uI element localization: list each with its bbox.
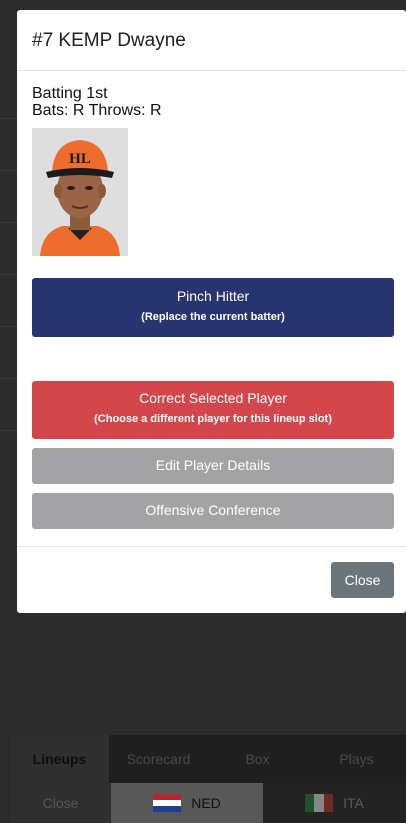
bottom-close-button[interactable]: Close (10, 783, 111, 823)
team-ned-label: NED (191, 795, 221, 811)
team-ita-button[interactable]: ITA (263, 783, 406, 823)
player-headshot-image: HL (32, 128, 128, 256)
modal-body: Batting 1st Bats: R Throws: R HL Pinch H… (17, 71, 406, 529)
correct-player-label: Correct Selected Player (139, 390, 287, 406)
team-ned-button[interactable]: NED (111, 783, 263, 823)
tab-lineups[interactable]: Lineups (10, 735, 109, 783)
netherlands-flag-icon (153, 794, 182, 812)
player-modal: #7 KEMP Dwayne Batting 1st Bats: R Throw… (17, 10, 406, 613)
offensive-conference-button[interactable]: Offensive Conference (32, 493, 394, 529)
modal-close-button[interactable]: Close (331, 562, 394, 598)
tab-scorecard[interactable]: Scorecard (109, 735, 208, 783)
bottom-bar: Close NED ITA (10, 783, 406, 823)
team-ita-label: ITA (343, 795, 364, 811)
bats-throws: Bats: R Throws: R (32, 102, 162, 119)
tab-bar: Lineups Scorecard Box Plays (10, 735, 406, 783)
modal-title: #7 KEMP Dwayne (32, 30, 186, 51)
player-photo: HL (32, 128, 128, 256)
correct-player-subtitle: (Choose a different player for this line… (94, 413, 332, 425)
correct-selected-player-button[interactable]: Correct Selected Player (Choose a differ… (32, 381, 394, 439)
batting-order: Batting 1st (32, 85, 108, 102)
pinch-hitter-button[interactable]: Pinch Hitter (Replace the current batter… (32, 278, 394, 337)
modal-header: #7 KEMP Dwayne (17, 10, 406, 71)
pinch-hitter-label: Pinch Hitter (176, 288, 250, 304)
modal-footer: Close (17, 546, 406, 613)
italy-flag-icon (305, 794, 334, 812)
svg-text:HL: HL (69, 151, 91, 167)
tab-plays[interactable]: Plays (307, 735, 406, 783)
edit-player-details-button[interactable]: Edit Player Details (32, 448, 394, 484)
tab-box[interactable]: Box (208, 735, 307, 783)
pinch-hitter-subtitle: (Replace the current batter) (141, 311, 285, 323)
